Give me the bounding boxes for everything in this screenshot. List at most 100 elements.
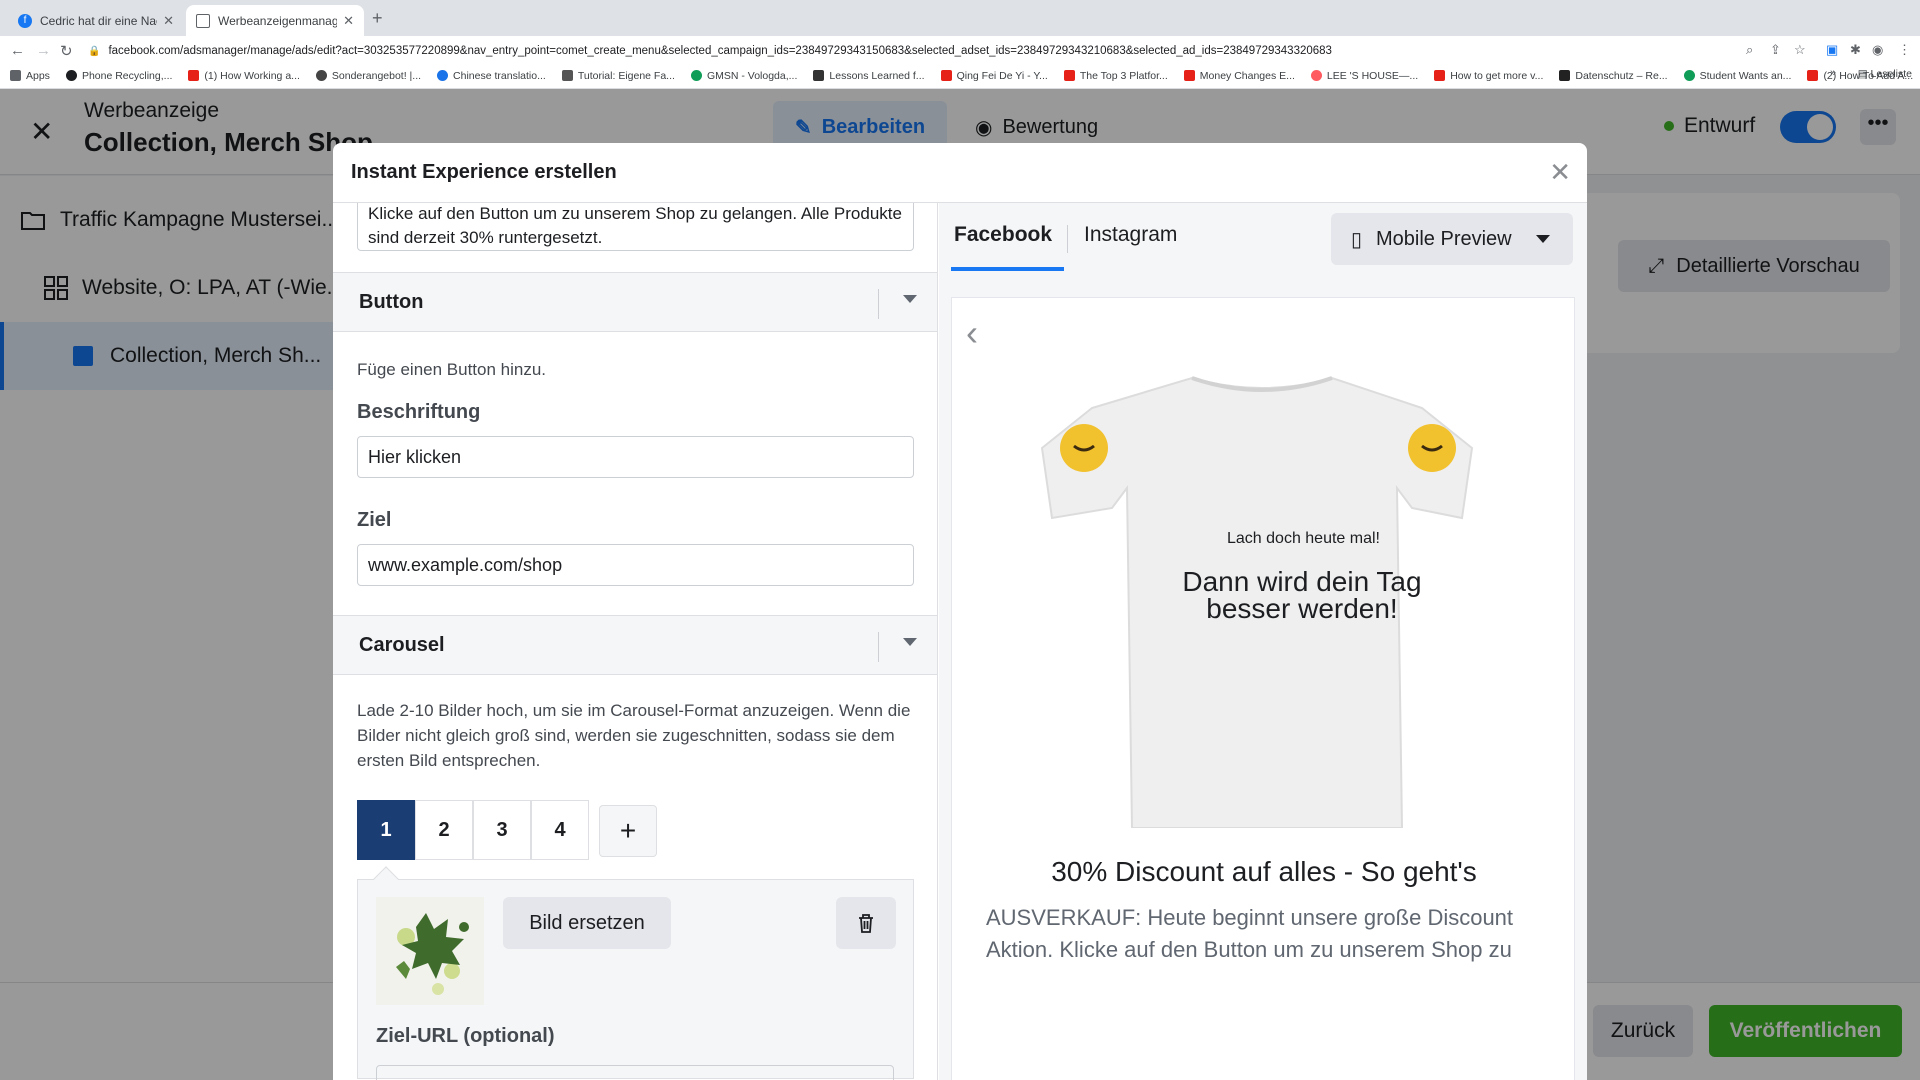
close-icon[interactable]: ✕: [1549, 157, 1571, 188]
tshirt-image: Lach doch heute mal! Dann wird dein Tag …: [1002, 368, 1522, 829]
bookmark-item[interactable]: (1) How Working a...: [188, 70, 300, 82]
divider: [1067, 225, 1068, 253]
bookmark-label: Qing Fei De Yi - Y...: [956, 69, 1048, 82]
mobile-preview-label: Mobile Preview: [1376, 227, 1512, 250]
active-tab-indicator: [951, 267, 1064, 271]
bookmark-label: Chinese translatio...: [453, 69, 546, 82]
browser-tab[interactable]: f Cedric hat dir eine Nachricht g ✕: [8, 5, 184, 36]
carousel-tab[interactable]: 4: [531, 800, 589, 860]
bookmark-item[interactable]: GMSN - Vologda,...: [690, 69, 798, 82]
carousel-section-header[interactable]: Carousel: [333, 615, 937, 675]
tab-title: Cedric hat dir eine Nachricht g: [40, 13, 157, 28]
bookmark-label: How to get more v...: [1450, 69, 1544, 82]
reload-icon[interactable]: ↻: [60, 42, 73, 60]
bookmark-label: Sonderangebot! |...: [331, 69, 422, 82]
mobile-preview-dropdown[interactable]: ▯ Mobile Preview: [1331, 213, 1573, 265]
bookmark-item[interactable]: Qing Fei De Yi - Y...: [940, 69, 1048, 82]
adsmanager-favicon-icon: [196, 13, 210, 28]
apps-grid-icon: [10, 70, 21, 81]
intro-textarea[interactable]: Klicke auf den Button um zu unserem Shop…: [357, 203, 914, 251]
add-card-button[interactable]: +: [599, 805, 657, 857]
share-icon[interactable]: ⇪: [1770, 42, 1781, 58]
tshirt-small-text: Lach doch heute mal!: [1227, 530, 1380, 547]
preview-headline: 30% Discount auf alles - So geht's: [1051, 856, 1477, 887]
chevron-left-icon[interactable]: ‹: [966, 312, 978, 354]
carousel-help-text: Lade 2-10 Bilder hoch, um sie im Carouse…: [357, 701, 911, 770]
close-tab-icon[interactable]: ✕: [163, 13, 174, 29]
section-title: Carousel: [359, 634, 445, 656]
bookmark-item[interactable]: Money Changes E...: [1183, 70, 1295, 82]
button-target-input[interactable]: www.example.com/shop: [357, 544, 914, 586]
editor-column: Klicke auf den Button um zu unserem Shop…: [333, 203, 938, 1080]
delete-card-button[interactable]: [836, 897, 896, 949]
bookmark-label: Lessons Learned f...: [829, 69, 925, 82]
chevron-down-icon[interactable]: [903, 295, 917, 303]
bookmark-icon: [690, 70, 702, 81]
bookmark-icon: [1683, 70, 1695, 81]
address-bar-area: ← → ↻ 🔒 facebook.com/adsmanager/manage/a…: [0, 36, 1920, 89]
bookmark-icon: [437, 70, 449, 81]
divider: [878, 289, 879, 319]
more-bookmarks-icon[interactable]: »: [1830, 67, 1836, 79]
preview-column: Facebook Instagram ▯ Mobile Preview ‹ La…: [939, 203, 1587, 1080]
phone-icon: ▯: [1351, 228, 1363, 251]
button-section-header[interactable]: Button: [333, 272, 937, 332]
mobile-preview-frame: ‹ Lach doch heute mal! Dann wird dein Ta…: [951, 297, 1575, 1080]
reading-list-label: Leseliste: [1870, 68, 1912, 80]
star-icon[interactable]: ☆: [1794, 42, 1806, 58]
bookmark-item[interactable]: Student Wants an...: [1683, 70, 1791, 82]
reading-list[interactable]: ▤ Leseliste: [1858, 68, 1912, 80]
bookmark-icon: [1559, 70, 1571, 81]
divider: [878, 632, 879, 662]
button-label-input[interactable]: Hier klicken: [357, 436, 914, 478]
bookmark-item[interactable]: The Top 3 Platfor...: [1063, 69, 1168, 82]
youtube-icon: [1063, 70, 1075, 81]
extensions-puzzle-icon[interactable]: ✱: [1850, 42, 1861, 58]
zoom-icon[interactable]: ⌕: [1746, 42, 1753, 58]
youtube-icon: [940, 70, 952, 81]
extension-facebook-icon[interactable]: ▣: [1826, 42, 1838, 58]
back-arrow-icon[interactable]: ←: [10, 42, 25, 59]
menu-dots-icon[interactable]: ⋮: [1898, 42, 1911, 58]
browser-tab-active[interactable]: Werbeanzeigenmanager - Wer ✕: [186, 5, 364, 36]
bookmark-label: GMSN - Vologda,...: [706, 69, 798, 82]
airbnb-icon: [1310, 70, 1322, 81]
bookmark-item[interactable]: Chinese translatio...: [437, 70, 546, 82]
section-title: Button: [359, 291, 424, 313]
bookmarks-bar: Apps Phone Recycling,... (1) How Working…: [0, 62, 1920, 89]
chevron-down-icon[interactable]: [903, 638, 917, 646]
bookmark-icon: [315, 70, 327, 81]
replace-image-button[interactable]: Bild ersetzen: [503, 897, 671, 949]
bookmark-item[interactable]: Tutorial: Eigene Fa...: [561, 70, 675, 82]
bookmark-item[interactable]: Datenschutz – Re...: [1559, 70, 1668, 82]
tab-facebook[interactable]: Facebook: [954, 223, 1052, 247]
url-field[interactable]: 🔒 facebook.com/adsmanager/manage/ads/edi…: [88, 40, 1768, 62]
card-url-caption: Ziel-URL (optional): [376, 1025, 555, 1047]
bookmark-label: (1) How Working a...: [204, 69, 300, 82]
carousel-tab[interactable]: 2: [415, 800, 473, 860]
preview-body: AUSVERKAUF: Heute beginnt unsere große D…: [986, 905, 1514, 962]
new-tab-icon[interactable]: +: [372, 8, 383, 29]
bookmark-label: Phone Recycling,...: [81, 69, 173, 82]
carousel-tabs: 1 2 3 4: [357, 800, 589, 860]
carousel-tab[interactable]: 1: [357, 800, 415, 860]
bookmark-item[interactable]: LEE 'S HOUSE—...: [1310, 70, 1418, 82]
youtube-icon: [1183, 70, 1195, 81]
bookmark-item[interactable]: Phone Recycling,...: [65, 69, 173, 82]
card-url-input[interactable]: [376, 1065, 894, 1080]
youtube-icon: [1434, 70, 1446, 81]
bookmark-label: The Top 3 Platfor...: [1079, 69, 1168, 82]
preview-tabs: Facebook Instagram ▯ Mobile Preview: [939, 203, 1587, 273]
profile-avatar-icon[interactable]: ◉: [1872, 42, 1883, 58]
youtube-icon: [1807, 70, 1819, 81]
bookmark-item[interactable]: Lessons Learned f...: [813, 69, 925, 82]
bookmark-item[interactable]: Sonderangebot! |...: [315, 69, 422, 82]
forward-arrow-icon[interactable]: →: [36, 42, 51, 59]
bookmark-item[interactable]: How to get more v...: [1434, 70, 1543, 82]
modal-title: Instant Experience erstellen: [351, 161, 617, 183]
tab-instagram[interactable]: Instagram: [1084, 223, 1177, 247]
bookmark-apps[interactable]: Apps: [10, 70, 50, 82]
carousel-tab[interactable]: 3: [473, 800, 531, 860]
tshirt-big-text: Dann wird dein Tag besser werden!: [1182, 566, 1422, 624]
close-tab-icon[interactable]: ✕: [343, 13, 354, 29]
